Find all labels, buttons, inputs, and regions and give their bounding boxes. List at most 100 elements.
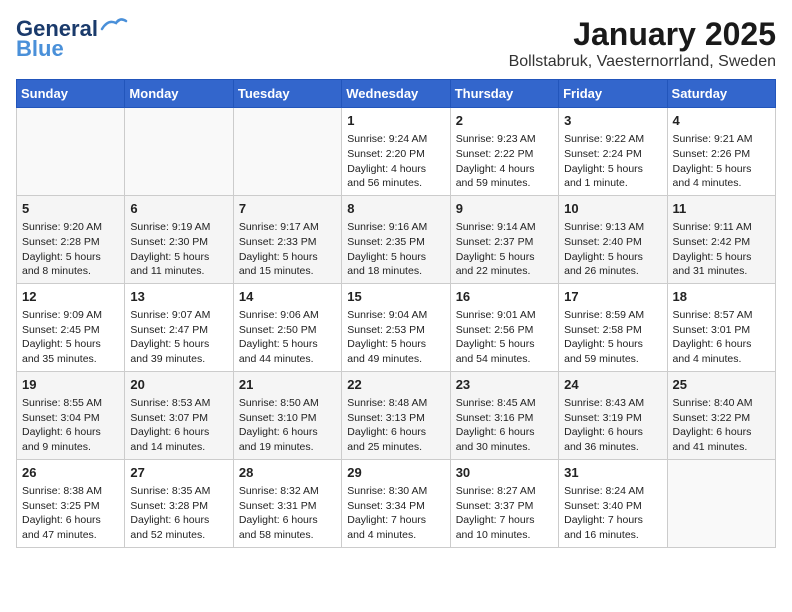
table-row: 7 Sunrise: 9:17 AM Sunset: 2:33 PM Daylig…	[233, 195, 341, 283]
day-info: Sunrise: 9:07 AM Sunset: 2:47 PM Dayligh…	[130, 309, 210, 365]
day-number: 19	[22, 376, 119, 394]
col-thursday: Thursday	[450, 80, 558, 108]
day-info: Sunrise: 8:55 AM Sunset: 3:04 PM Dayligh…	[22, 397, 102, 453]
table-row: 14 Sunrise: 9:06 AM Sunset: 2:50 PM Dayli…	[233, 283, 341, 371]
calendar-week-row: 12 Sunrise: 9:09 AM Sunset: 2:45 PM Dayli…	[17, 283, 776, 371]
day-info: Sunrise: 9:23 AM Sunset: 2:22 PM Dayligh…	[456, 133, 536, 189]
day-info: Sunrise: 9:01 AM Sunset: 2:56 PM Dayligh…	[456, 309, 536, 365]
day-number: 16	[456, 288, 553, 306]
table-row: 3Sunrise: 9:22 AM Sunset: 2:24 PM Daylig…	[559, 108, 667, 196]
table-row: 15 Sunrise: 9:04 AM Sunset: 2:53 PM Dayli…	[342, 283, 450, 371]
table-row: 27 Sunrise: 8:35 AM Sunset: 3:28 PM Dayli…	[125, 459, 233, 547]
day-info: Sunrise: 9:16 AM Sunset: 2:35 PM Dayligh…	[347, 221, 427, 277]
col-sunday: Sunday	[17, 80, 125, 108]
calendar-subtitle: Bollstabruk, Vaesternorrland, Sweden	[509, 53, 776, 71]
day-info: Sunrise: 9:24 AM Sunset: 2:20 PM Dayligh…	[347, 133, 427, 189]
calendar-week-row: 5Sunrise: 9:20 AM Sunset: 2:28 PM Daylig…	[17, 195, 776, 283]
table-row: 12 Sunrise: 9:09 AM Sunset: 2:45 PM Dayli…	[17, 283, 125, 371]
day-number: 7	[239, 200, 336, 218]
table-row	[17, 108, 125, 196]
day-number: 1	[347, 112, 444, 130]
table-row: 2 Sunrise: 9:23 AM Sunset: 2:22 PM Daylig…	[450, 108, 558, 196]
logo: General Blue	[16, 16, 128, 62]
table-row: 30 Sunrise: 8:27 AM Sunset: 3:37 PM Dayli…	[450, 459, 558, 547]
col-friday: Friday	[559, 80, 667, 108]
day-number: 11	[673, 200, 770, 218]
day-number: 25	[673, 376, 770, 394]
day-number: 31	[564, 464, 661, 482]
day-number: 8	[347, 200, 444, 218]
day-info: Sunrise: 9:11 AM Sunset: 2:42 PM Dayligh…	[673, 221, 752, 277]
day-info: Sunrise: 8:48 AM Sunset: 3:13 PM Dayligh…	[347, 397, 427, 453]
day-info: Sunrise: 8:53 AM Sunset: 3:07 PM Dayligh…	[130, 397, 210, 453]
table-row: 4Sunrise: 9:21 AM Sunset: 2:26 PM Daylig…	[667, 108, 775, 196]
calendar-table: Sunday Monday Tuesday Wednesday Thursday…	[16, 79, 776, 548]
table-row: 19 Sunrise: 8:55 AM Sunset: 3:04 PM Dayli…	[17, 371, 125, 459]
calendar-week-row: 1 Sunrise: 9:24 AM Sunset: 2:20 PM Daylig…	[17, 108, 776, 196]
col-saturday: Saturday	[667, 80, 775, 108]
day-info: Sunrise: 8:50 AM Sunset: 3:10 PM Dayligh…	[239, 397, 319, 453]
day-number: 23	[456, 376, 553, 394]
day-number: 21	[239, 376, 336, 394]
day-info: Sunrise: 8:27 AM Sunset: 3:37 PM Dayligh…	[456, 485, 536, 541]
day-info: Sunrise: 8:59 AM Sunset: 2:58 PM Dayligh…	[564, 309, 644, 365]
day-number: 26	[22, 464, 119, 482]
day-number: 20	[130, 376, 227, 394]
day-info: Sunrise: 9:19 AM Sunset: 2:30 PM Dayligh…	[130, 221, 210, 277]
table-row: 6 Sunrise: 9:19 AM Sunset: 2:30 PM Daylig…	[125, 195, 233, 283]
day-info: Sunrise: 8:57 AM Sunset: 3:01 PM Dayligh…	[673, 309, 753, 365]
calendar-title: January 2025	[509, 16, 776, 53]
table-row: 16 Sunrise: 9:01 AM Sunset: 2:56 PM Dayli…	[450, 283, 558, 371]
table-row	[233, 108, 341, 196]
table-row: 20 Sunrise: 8:53 AM Sunset: 3:07 PM Dayli…	[125, 371, 233, 459]
table-row: 11 Sunrise: 9:11 AM Sunset: 2:42 PM Dayli…	[667, 195, 775, 283]
table-row: 10Sunrise: 9:13 AM Sunset: 2:40 PM Dayli…	[559, 195, 667, 283]
table-row: 13Sunrise: 9:07 AM Sunset: 2:47 PM Dayli…	[125, 283, 233, 371]
day-info: Sunrise: 9:06 AM Sunset: 2:50 PM Dayligh…	[239, 309, 319, 365]
day-info: Sunrise: 8:38 AM Sunset: 3:25 PM Dayligh…	[22, 485, 102, 541]
day-number: 12	[22, 288, 119, 306]
table-row	[667, 459, 775, 547]
day-info: Sunrise: 8:35 AM Sunset: 3:28 PM Dayligh…	[130, 485, 210, 541]
page-container: General Blue January 2025 Bollstabruk, V…	[0, 0, 792, 556]
logo-blue: Blue	[16, 36, 64, 62]
day-number: 10	[564, 200, 661, 218]
day-number: 24	[564, 376, 661, 394]
day-number: 18	[673, 288, 770, 306]
table-row: 17Sunrise: 8:59 AM Sunset: 2:58 PM Dayli…	[559, 283, 667, 371]
table-row: 5Sunrise: 9:20 AM Sunset: 2:28 PM Daylig…	[17, 195, 125, 283]
day-number: 14	[239, 288, 336, 306]
day-number: 9	[456, 200, 553, 218]
calendar-week-row: 19 Sunrise: 8:55 AM Sunset: 3:04 PM Dayli…	[17, 371, 776, 459]
day-info: Sunrise: 9:17 AM Sunset: 2:33 PM Dayligh…	[239, 221, 319, 277]
col-wednesday: Wednesday	[342, 80, 450, 108]
day-info: Sunrise: 9:22 AM Sunset: 2:24 PM Dayligh…	[564, 133, 644, 189]
logo-bird-icon	[100, 15, 128, 35]
day-info: Sunrise: 8:45 AM Sunset: 3:16 PM Dayligh…	[456, 397, 536, 453]
day-info: Sunrise: 8:40 AM Sunset: 3:22 PM Dayligh…	[673, 397, 753, 453]
day-number: 15	[347, 288, 444, 306]
day-info: Sunrise: 9:14 AM Sunset: 2:37 PM Dayligh…	[456, 221, 536, 277]
day-number: 2	[456, 112, 553, 130]
table-row: 22 Sunrise: 8:48 AM Sunset: 3:13 PM Dayli…	[342, 371, 450, 459]
table-row: 23 Sunrise: 8:45 AM Sunset: 3:16 PM Dayli…	[450, 371, 558, 459]
table-row: 21 Sunrise: 8:50 AM Sunset: 3:10 PM Dayli…	[233, 371, 341, 459]
day-info: Sunrise: 9:21 AM Sunset: 2:26 PM Dayligh…	[673, 133, 753, 189]
table-row: 25 Sunrise: 8:40 AM Sunset: 3:22 PM Dayli…	[667, 371, 775, 459]
day-number: 30	[456, 464, 553, 482]
table-row: 31Sunrise: 8:24 AM Sunset: 3:40 PM Dayli…	[559, 459, 667, 547]
table-row: 8 Sunrise: 9:16 AM Sunset: 2:35 PM Daylig…	[342, 195, 450, 283]
day-info: Sunrise: 8:43 AM Sunset: 3:19 PM Dayligh…	[564, 397, 644, 453]
day-info: Sunrise: 9:04 AM Sunset: 2:53 PM Dayligh…	[347, 309, 427, 365]
day-number: 6	[130, 200, 227, 218]
table-row: 29Sunrise: 8:30 AM Sunset: 3:34 PM Dayli…	[342, 459, 450, 547]
table-row: 9 Sunrise: 9:14 AM Sunset: 2:37 PM Daylig…	[450, 195, 558, 283]
calendar-week-row: 26 Sunrise: 8:38 AM Sunset: 3:25 PM Dayli…	[17, 459, 776, 547]
page-header: General Blue January 2025 Bollstabruk, V…	[16, 16, 776, 71]
day-info: Sunrise: 9:09 AM Sunset: 2:45 PM Dayligh…	[22, 309, 102, 365]
day-info: Sunrise: 8:30 AM Sunset: 3:34 PM Dayligh…	[347, 485, 427, 541]
day-number: 27	[130, 464, 227, 482]
col-tuesday: Tuesday	[233, 80, 341, 108]
table-row: 26 Sunrise: 8:38 AM Sunset: 3:25 PM Dayli…	[17, 459, 125, 547]
day-number: 22	[347, 376, 444, 394]
